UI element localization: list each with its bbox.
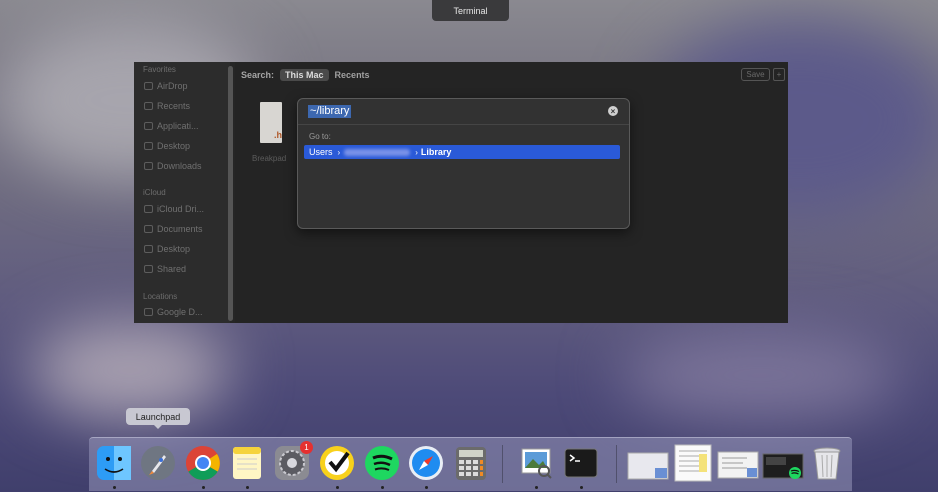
sidebar-header-icloud: iCloud — [143, 188, 166, 197]
notification-badge: 1 — [300, 441, 313, 454]
scope-this-mac-button[interactable]: This Mac — [280, 69, 329, 81]
scope-recents-button[interactable]: Recents — [335, 70, 370, 80]
sidebar-header-favorites: Favorites — [143, 65, 176, 74]
sidebar-scrollbar[interactable] — [228, 66, 233, 321]
applications-icon — [144, 122, 153, 130]
dock-tooltip: Launchpad — [126, 408, 190, 429]
document-icon — [144, 225, 153, 233]
running-indicator — [535, 486, 538, 489]
sidebar-item-downloads[interactable]: Downloads — [144, 161, 202, 171]
norton-icon[interactable] — [318, 444, 356, 482]
clock-icon — [144, 102, 153, 110]
downloads-icon — [144, 162, 153, 170]
wallpaper-blob — [30, 320, 230, 420]
running-indicator — [425, 486, 428, 489]
path-input[interactable]: ~/library — [308, 105, 352, 118]
save-search-button[interactable]: Save — [741, 68, 770, 81]
window-thumb-3[interactable] — [717, 444, 759, 482]
sidebar-item-shared[interactable]: Shared — [144, 264, 186, 274]
system-settings-icon[interactable]: 1 — [273, 441, 313, 482]
redacted-username — [344, 148, 411, 156]
spotify-icon[interactable] — [363, 444, 401, 482]
search-label: Search: — [241, 70, 275, 80]
terminal-icon[interactable] — [562, 444, 600, 482]
running-indicator — [381, 486, 384, 489]
sidebar-item-icloud-desktop[interactable]: Desktop — [144, 244, 190, 254]
sidebar-item-recents[interactable]: Recents — [144, 101, 190, 111]
shared-folder-icon — [144, 265, 153, 273]
sidebar: Favorites AirDrop Recents Applicati... D… — [134, 62, 230, 323]
sidebar-item-desktop[interactable]: Desktop — [144, 141, 190, 151]
wallpaper-blob — [620, 330, 900, 420]
window-thumb-1[interactable] — [627, 444, 669, 482]
go-to-folder-dialog: ~/library × Go to: Users › › Library — [297, 98, 630, 229]
launchpad-icon[interactable] — [139, 444, 177, 482]
running-indicator — [336, 486, 339, 489]
desktop-icon — [144, 142, 153, 150]
path-segment-library: Library — [420, 147, 452, 157]
file-extension: .h — [274, 130, 282, 140]
path-suggestion[interactable]: Users › › Library — [304, 145, 620, 159]
file-name: Breakpad — [252, 154, 287, 163]
sidebar-item-documents[interactable]: Documents — [144, 224, 203, 234]
sidebar-item-google-drive[interactable]: Google D... — [144, 307, 203, 317]
divider — [298, 124, 629, 125]
running-indicator — [580, 486, 583, 489]
clear-icon[interactable]: × — [608, 106, 618, 116]
trash-icon[interactable] — [808, 444, 846, 482]
sidebar-item-icloud-drive[interactable]: iCloud Dri... — [144, 204, 204, 214]
chevron-right-icon: › — [415, 147, 418, 157]
cloud-icon — [144, 205, 153, 213]
go-to-label: Go to: — [309, 132, 331, 141]
running-indicator — [246, 486, 249, 489]
path-segment-users: Users — [309, 147, 333, 157]
sidebar-item-applications[interactable]: Applicati... — [144, 121, 199, 131]
drive-icon — [144, 308, 153, 316]
sidebar-item-airdrop[interactable]: AirDrop — [144, 81, 188, 91]
airdrop-icon — [144, 82, 153, 90]
dock-divider — [502, 445, 503, 483]
dock-divider — [616, 445, 617, 483]
chrome-icon[interactable] — [184, 444, 222, 482]
header-file-icon[interactable]: .h — [260, 102, 282, 143]
desktop-icon — [144, 245, 153, 253]
dock: 1 — [89, 437, 852, 491]
running-indicator — [202, 486, 205, 489]
window-thumb-4[interactable] — [762, 444, 804, 482]
sidebar-header-locations: Locations — [143, 292, 178, 301]
window-thumb-2[interactable] — [673, 444, 713, 482]
search-scope-bar: Search: This Mac Recents — [235, 67, 788, 83]
running-indicator — [113, 486, 116, 489]
notes-icon[interactable] — [228, 444, 266, 482]
finder-icon[interactable] — [95, 444, 133, 482]
preview-icon[interactable] — [517, 444, 555, 482]
chevron-right-icon: › — [337, 147, 341, 157]
calculator-icon[interactable] — [452, 444, 490, 482]
safari-icon[interactable] — [407, 444, 445, 482]
terminal-menu-tooltip: Terminal — [432, 0, 509, 21]
add-criteria-button[interactable]: + — [773, 68, 785, 81]
